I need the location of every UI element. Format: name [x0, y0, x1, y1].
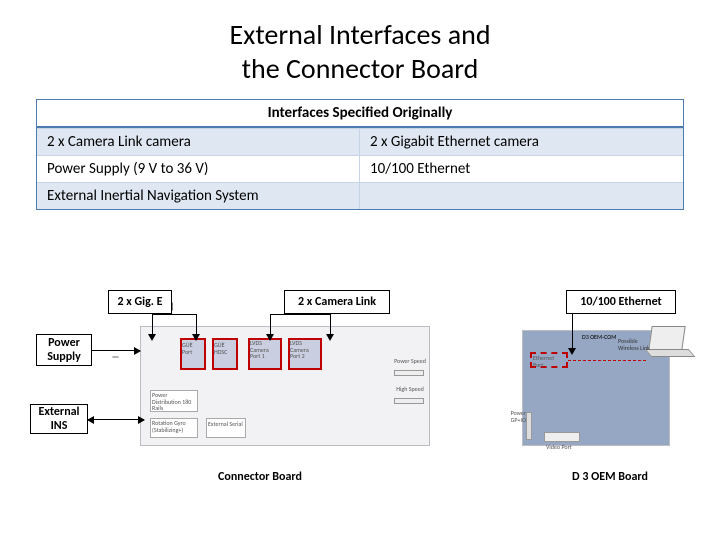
table-cell: 2 x Gigabit Ethernet camera: [360, 128, 683, 155]
block-serial-text: External Serial: [208, 421, 244, 428]
table-cell: External Inertial Navigation System: [37, 182, 360, 209]
table-row: External Inertial Navigation System: [37, 182, 683, 209]
caption-connector-board: Connector Board: [190, 470, 330, 484]
title-line-1: External Interfaces and: [229, 17, 490, 52]
mini-connector-3: [526, 412, 532, 440]
table-cell: 10/100 Ethernet: [360, 155, 683, 182]
mini-high-speed: High Speed: [392, 386, 428, 393]
slide-title: External Interfaces and the Connector Bo…: [0, 0, 720, 99]
block-gyro-text: Rotation Gyro (Stabilizing+): [152, 420, 196, 433]
d3-label: D3 OEM‑COM: [582, 334, 616, 341]
mini-power-speed: Power Speed: [392, 358, 428, 365]
mini-connector-1: [394, 370, 424, 376]
mini-power-gp: Power GP+IO: [496, 410, 526, 423]
mini-video-text: Video Port: [546, 444, 586, 451]
arrow-power: [92, 350, 140, 351]
title-line-2: the Connector Board: [242, 51, 479, 86]
port-lvds-2-text: LVDS Camera Port 2: [290, 340, 320, 360]
arrowhead-down-icon: [568, 348, 576, 355]
table-header: Interfaces Specified Originally: [37, 100, 683, 128]
block-power-dist-text: Power Distribution 180 Rails: [152, 392, 196, 412]
port-ethernet-text: Ethernet Port: [533, 355, 565, 368]
arrowhead-down-icon: [192, 334, 200, 341]
port-gige-2-text: GŪĒ HDSC: [214, 342, 236, 355]
diagram: 2 x Gig. E 2 x Camera Link 10/100 Ethern…: [0, 260, 720, 520]
table-cell: [360, 182, 683, 209]
arrow-ins: [88, 419, 144, 420]
port-lvds-1-text: LVDS Camera Port 1: [250, 340, 280, 360]
arrowhead-down-icon: [326, 334, 334, 341]
wireless-link-text: Possible Wireless Link: [618, 338, 650, 351]
interfaces-table: Interfaces Specified Originally 2 x Came…: [36, 99, 684, 210]
mini-connector-2: [394, 398, 424, 404]
arrowhead-down-icon: [266, 334, 274, 341]
laptop-icon: [650, 326, 692, 357]
table-row: 2 x Camera Link camera 2 x Gigabit Ether…: [37, 128, 683, 155]
port-gige-1-text: GŪĒ Port: [182, 342, 204, 355]
arrowhead-down-icon: [148, 334, 156, 341]
label-ethernet: 10/100 Ethernet: [566, 290, 676, 314]
label-external-ins: External INS: [30, 404, 88, 434]
table-row: Power Supply (9 V to 36 V) 10/100 Ethern…: [37, 155, 683, 182]
mini-video-port: [544, 432, 580, 442]
arrow: [172, 303, 173, 311]
table-cell: Power Supply (9 V to 36 V): [37, 155, 360, 182]
label-gige: 2 x Gig. E: [108, 290, 172, 314]
caption-d3-board: D 3 OEM Board: [550, 470, 670, 484]
table-cell: 2 x Camera Link camera: [37, 128, 360, 155]
ethernet-link-line: [568, 360, 646, 361]
label-camera-link: 2 x Camera Link: [284, 290, 390, 314]
label-power-supply: Power Supply: [36, 334, 92, 366]
arrow-eth-down: [572, 314, 573, 350]
